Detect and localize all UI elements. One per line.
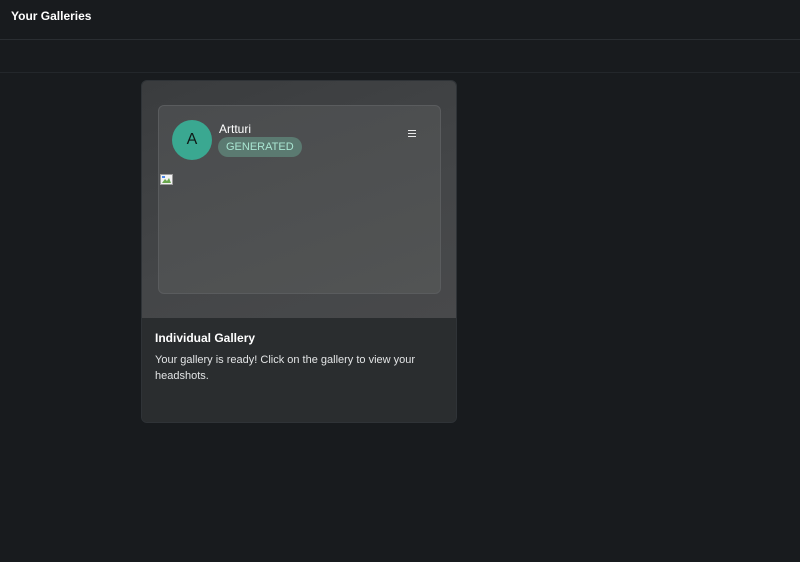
status-badge-label: GENERATED: [226, 141, 294, 153]
gallery-preview-panel: A Artturi GENERATED: [158, 105, 441, 294]
avatar: A: [172, 120, 212, 160]
top-bar: Your Galleries: [0, 0, 800, 40]
divider: [0, 72, 800, 73]
gallery-card-body: Individual Gallery Your gallery is ready…: [142, 318, 456, 422]
gallery-owner-name: Artturi: [219, 122, 252, 136]
gallery-card[interactable]: A Artturi GENERATED Individual Gallery Y…: [141, 80, 457, 423]
hamburger-menu-icon[interactable]: [408, 126, 420, 140]
gallery-preview[interactable]: A Artturi GENERATED: [142, 81, 456, 318]
avatar-initial: A: [186, 131, 198, 148]
page-title: Your Galleries: [11, 9, 92, 23]
gallery-card-title: Individual Gallery: [155, 331, 256, 345]
broken-image-icon: [160, 173, 174, 185]
status-badge: GENERATED: [218, 137, 302, 157]
gallery-card-description: Your gallery is ready! Click on the gall…: [155, 354, 416, 382]
